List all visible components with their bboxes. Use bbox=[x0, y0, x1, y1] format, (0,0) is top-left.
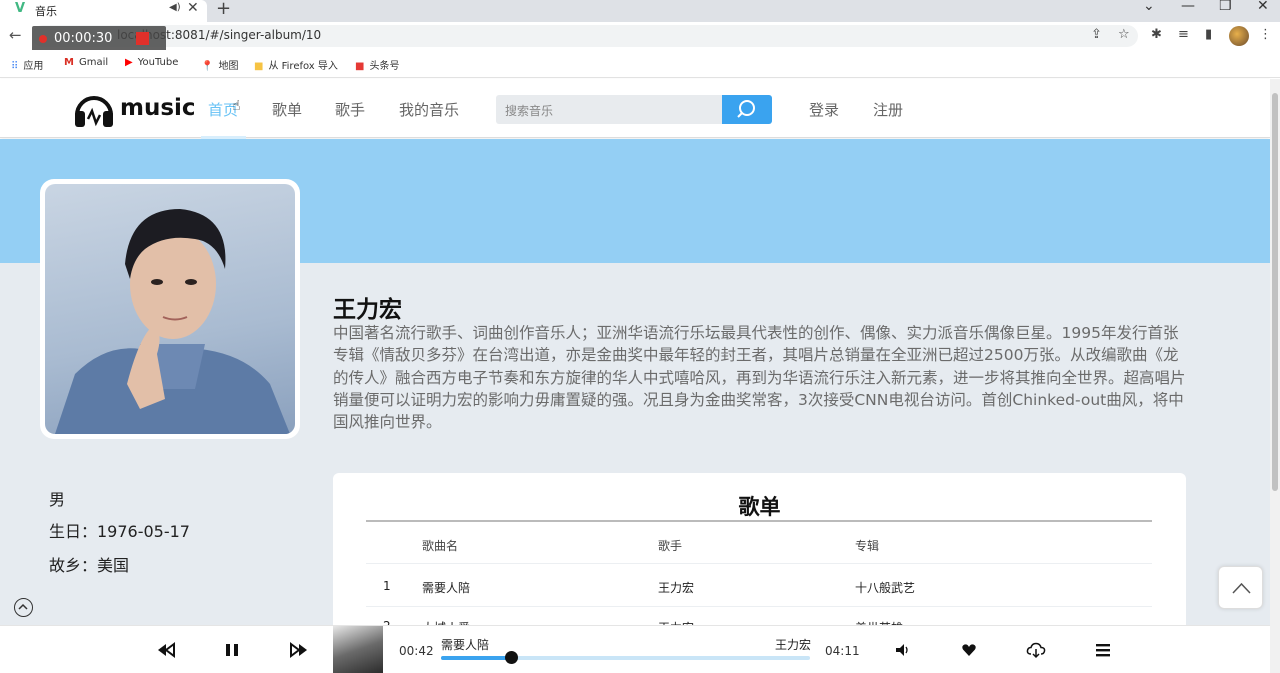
search-input[interactable]: 搜索音乐 bbox=[496, 95, 722, 124]
singer-name: 王力宏 bbox=[333, 297, 402, 323]
column-header-song: 歌曲名 bbox=[422, 539, 459, 553]
column-header-singer: 歌手 bbox=[658, 539, 683, 553]
browser-tab[interactable]: V 音乐 ◀) ✕ bbox=[0, 0, 207, 22]
row-index: 1 bbox=[383, 579, 391, 593]
music-player-bar: 00:42 需要人陪 王力宏 04:11 bbox=[0, 625, 1270, 673]
close-tab-icon[interactable]: ✕ bbox=[187, 0, 199, 16]
row-divider bbox=[366, 606, 1152, 607]
row-singer: 王力宏 bbox=[658, 581, 695, 595]
share-icon[interactable]: ⇪ bbox=[1091, 27, 1102, 42]
logo-text[interactable]: music bbox=[120, 95, 196, 121]
total-time: 04:11 bbox=[825, 644, 860, 658]
site-header: music 首页 ☝ 歌单 歌手 我的音乐 搜索音乐 登录 注册 bbox=[0, 79, 1270, 139]
bookmark-gmail[interactable]: M Gmail bbox=[64, 57, 108, 68]
singer-birthday: 生日：1976-05-17 bbox=[49, 522, 190, 541]
singer-portrait-image bbox=[55, 209, 290, 434]
nav-playlists[interactable]: 歌单 bbox=[272, 99, 302, 120]
mouse-cursor-icon: ☝ bbox=[232, 98, 241, 114]
record-dot-icon bbox=[39, 35, 47, 43]
bookmark-maps[interactable]: 📍 地图 bbox=[201, 57, 238, 72]
recording-time: 00:00:30 bbox=[54, 31, 113, 46]
side-panel-icon[interactable]: ▮ bbox=[1205, 27, 1212, 42]
headphones-logo-icon[interactable] bbox=[73, 89, 115, 129]
apps-grid-icon: ⠿ bbox=[11, 61, 19, 72]
download-cloud-icon[interactable] bbox=[1026, 640, 1046, 660]
folder-icon: ■ bbox=[254, 61, 264, 72]
new-tab-icon[interactable]: + bbox=[216, 0, 231, 19]
heart-icon[interactable] bbox=[961, 640, 977, 660]
songlist-divider bbox=[366, 520, 1152, 522]
page-scrollbar[interactable] bbox=[1270, 79, 1280, 673]
audio-playing-icon[interactable]: ◀) bbox=[169, 2, 181, 13]
progress-knob[interactable] bbox=[505, 651, 519, 664]
search-placeholder: 搜索音乐 bbox=[505, 104, 554, 118]
songlist-title: 歌单 bbox=[738, 495, 781, 519]
current-time: 00:42 bbox=[399, 644, 434, 658]
minimize-icon[interactable]: — bbox=[1181, 0, 1195, 14]
nav-my-music[interactable]: 我的音乐 bbox=[399, 99, 459, 120]
back-arrow-icon[interactable]: ← bbox=[9, 26, 22, 44]
singer-photo bbox=[45, 184, 295, 434]
profile-avatar[interactable] bbox=[1229, 26, 1249, 46]
tab-search-chevron-icon[interactable]: ⌄ bbox=[1143, 0, 1155, 14]
bookmark-apps[interactable]: ⠿ 应用 bbox=[11, 57, 43, 72]
singer-intro: 中国著名流行歌手、词曲创作音乐人；亚洲华语流行乐坛最具代表性的创作、偶像、实力派… bbox=[333, 324, 1186, 432]
stop-record-icon[interactable] bbox=[136, 32, 149, 45]
chevron-up-circle-icon bbox=[18, 603, 28, 610]
search-icon bbox=[737, 100, 755, 118]
singer-gender: 男 bbox=[49, 490, 66, 509]
nav-singers[interactable]: 歌手 bbox=[335, 99, 365, 120]
bookmark-toutiao[interactable]: ■ 头条号 bbox=[355, 57, 399, 72]
progress-bar[interactable] bbox=[441, 651, 810, 664]
bookmark-firefox-import[interactable]: ■ 从 Firefox 导入 bbox=[254, 57, 338, 72]
singer-photo-frame bbox=[40, 179, 300, 439]
row-song[interactable]: 需要人陪 bbox=[422, 579, 470, 596]
extensions-puzzle-icon[interactable]: ✱ bbox=[1151, 27, 1162, 42]
tab-title: 音乐 bbox=[35, 5, 57, 18]
row-album: 十八般武艺 bbox=[855, 581, 916, 595]
browser-tab-strip: V 音乐 ◀) ✕ + ⌄ — ❐ ✕ bbox=[0, 0, 1280, 22]
bookmarks-bar: ⠿ 应用 M Gmail ▶ YouTube 📍 地图 ■ 从 Firefox 导入 ■ 头… bbox=[0, 50, 1280, 78]
youtube-icon: ▶ bbox=[125, 57, 133, 68]
next-track-icon[interactable] bbox=[290, 640, 308, 660]
row-divider bbox=[366, 563, 1152, 564]
chrome-menu-icon[interactable]: ⋮ bbox=[1259, 27, 1272, 42]
register-link[interactable]: 注册 bbox=[873, 99, 903, 120]
gmail-icon: M bbox=[64, 57, 74, 68]
restore-icon[interactable]: ❐ bbox=[1219, 0, 1232, 14]
back-to-top-button[interactable] bbox=[1218, 566, 1263, 609]
scrollbar-thumb[interactable] bbox=[1272, 93, 1278, 491]
vue-favicon-icon: V bbox=[15, 1, 26, 16]
window-close-icon[interactable]: ✕ bbox=[1257, 0, 1269, 14]
progress-fill bbox=[441, 656, 512, 660]
maps-pin-icon: 📍 bbox=[201, 61, 214, 72]
previous-track-icon[interactable] bbox=[157, 640, 175, 660]
chevron-up-icon bbox=[1232, 582, 1251, 594]
volume-icon[interactable] bbox=[894, 640, 910, 660]
now-playing-title: 需要人陪 bbox=[441, 638, 490, 652]
singer-hometown: 故乡：美国 bbox=[49, 556, 130, 575]
collapse-player-button[interactable] bbox=[14, 598, 33, 617]
media-control-icon[interactable]: ≡ bbox=[1178, 27, 1189, 42]
column-header-album: 专辑 bbox=[855, 539, 880, 553]
playlist-menu-icon[interactable] bbox=[1095, 640, 1111, 660]
login-link[interactable]: 登录 bbox=[809, 99, 839, 120]
pause-icon[interactable] bbox=[224, 640, 240, 660]
bookmark-youtube[interactable]: ▶ YouTube bbox=[125, 57, 178, 68]
now-playing-artist: 王力宏 bbox=[775, 638, 812, 652]
screen-recorder-overlay[interactable]: 00:00:30 bbox=[32, 26, 166, 52]
toutiao-icon: ■ bbox=[355, 61, 365, 72]
search-button[interactable] bbox=[722, 95, 772, 124]
bookmark-star-icon[interactable]: ☆ bbox=[1118, 27, 1130, 42]
album-cover-thumbnail[interactable] bbox=[333, 626, 383, 673]
